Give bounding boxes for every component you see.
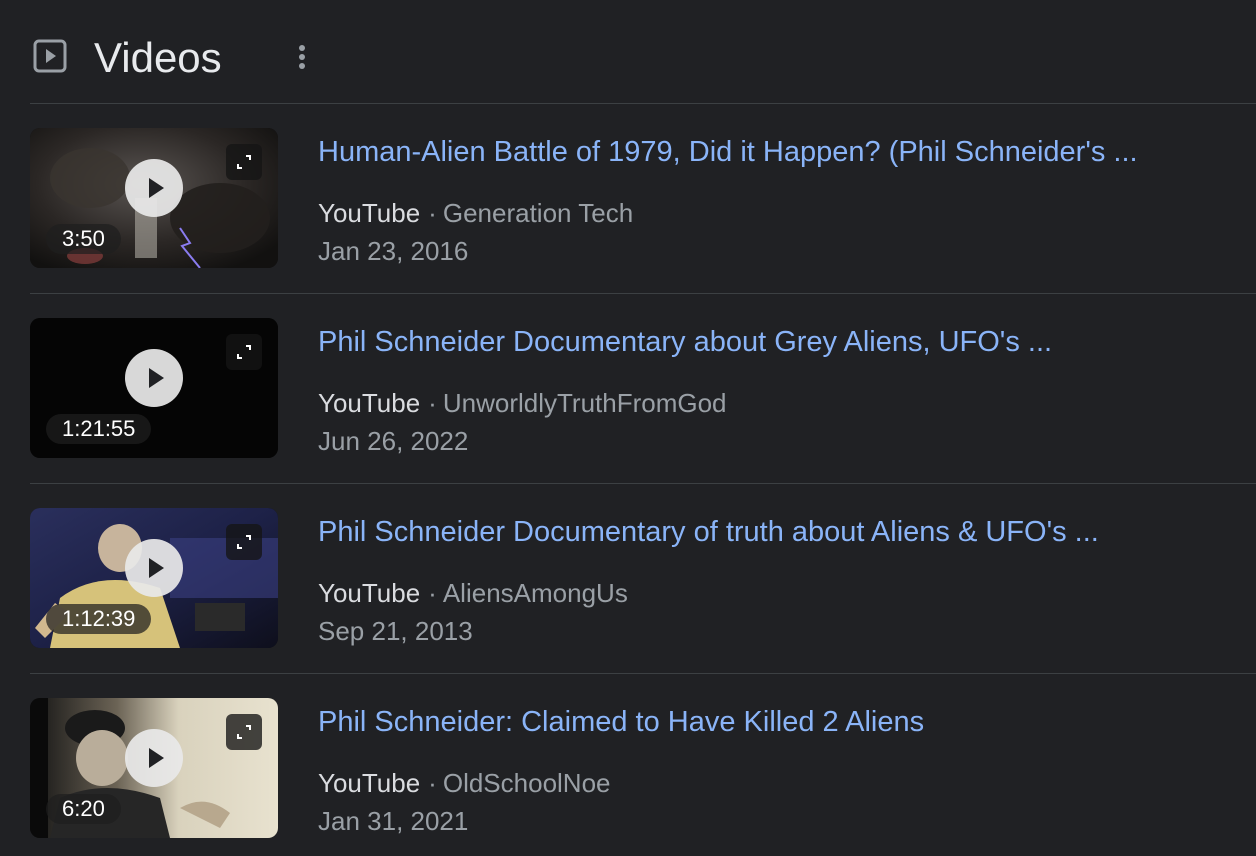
more-vert-icon[interactable]: [288, 42, 316, 72]
duration-badge: 3:50: [46, 224, 121, 254]
expand-icon: [237, 155, 251, 169]
video-channel: UnworldlyTruthFromGod: [442, 388, 727, 418]
duration-badge: 6:20: [46, 794, 121, 824]
video-meta: YouTube · Generation Tech: [318, 196, 633, 230]
play-box-icon: [33, 39, 67, 73]
expand-button[interactable]: [226, 144, 262, 180]
video-title-link[interactable]: Human-Alien Battle of 1979, Did it Happe…: [318, 134, 1238, 170]
duration-badge: 1:12:39: [46, 604, 152, 634]
video-thumbnail[interactable]: 1:21:55: [30, 318, 278, 458]
video-channel: Generation Tech: [442, 198, 634, 228]
video-title-link[interactable]: Phil Schneider: Claimed to Have Killed 2…: [318, 704, 1238, 740]
play-icon: [149, 178, 164, 198]
play-icon: [149, 558, 164, 578]
video-meta: YouTube · OldSchoolNoe: [318, 766, 611, 800]
play-icon: [149, 748, 164, 768]
videos-header: Videos: [30, 0, 1256, 104]
video-thumbnail[interactable]: 1:12:39: [30, 508, 278, 648]
video-source: YouTube: [318, 388, 421, 418]
meta-separator: ·: [428, 578, 437, 608]
meta-separator: ·: [428, 768, 437, 798]
videos-panel: Videos 3:50 Human-Alien Battle of 1979, …: [0, 0, 1256, 856]
expand-button[interactable]: [226, 714, 262, 750]
video-result[interactable]: 1:12:39 Phil Schneider Documentary of tr…: [30, 484, 1256, 674]
video-thumbnail[interactable]: 6:20: [30, 698, 278, 838]
play-button[interactable]: [125, 349, 183, 407]
video-result[interactable]: 3:50 Human-Alien Battle of 1979, Did it …: [30, 104, 1256, 294]
video-result[interactable]: 1:21:55 Phil Schneider Documentary about…: [30, 294, 1256, 484]
play-button[interactable]: [125, 729, 183, 787]
video-title-link[interactable]: Phil Schneider Documentary of truth abou…: [318, 514, 1238, 550]
video-meta: YouTube · UnworldlyTruthFromGod: [318, 386, 727, 420]
video-date: Jan 31, 2021: [318, 806, 469, 836]
play-button[interactable]: [125, 159, 183, 217]
video-meta: YouTube · AliensAmongUs: [318, 576, 628, 610]
video-thumbnail[interactable]: 3:50: [30, 128, 278, 268]
play-icon: [149, 368, 164, 388]
video-date: Sep 21, 2013: [318, 616, 473, 646]
expand-icon: [237, 345, 251, 359]
video-date: Jan 23, 2016: [318, 236, 469, 266]
video-source: YouTube: [318, 578, 421, 608]
video-result[interactable]: 6:20 Phil Schneider: Claimed to Have Kil…: [30, 674, 1256, 856]
expand-button[interactable]: [226, 524, 262, 560]
section-title: Videos: [94, 34, 222, 81]
video-channel: AliensAmongUs: [442, 578, 628, 608]
expand-button[interactable]: [226, 334, 262, 370]
duration-badge: 1:21:55: [46, 414, 152, 444]
video-title-link[interactable]: Phil Schneider Documentary about Grey Al…: [318, 324, 1238, 360]
video-channel: OldSchoolNoe: [442, 768, 611, 798]
expand-icon: [237, 535, 251, 549]
video-date: Jun 26, 2022: [318, 426, 469, 456]
expand-icon: [237, 725, 251, 739]
meta-separator: ·: [428, 388, 437, 418]
video-source: YouTube: [318, 768, 421, 798]
meta-separator: ·: [428, 198, 437, 228]
video-source: YouTube: [318, 198, 421, 228]
play-button[interactable]: [125, 539, 183, 597]
